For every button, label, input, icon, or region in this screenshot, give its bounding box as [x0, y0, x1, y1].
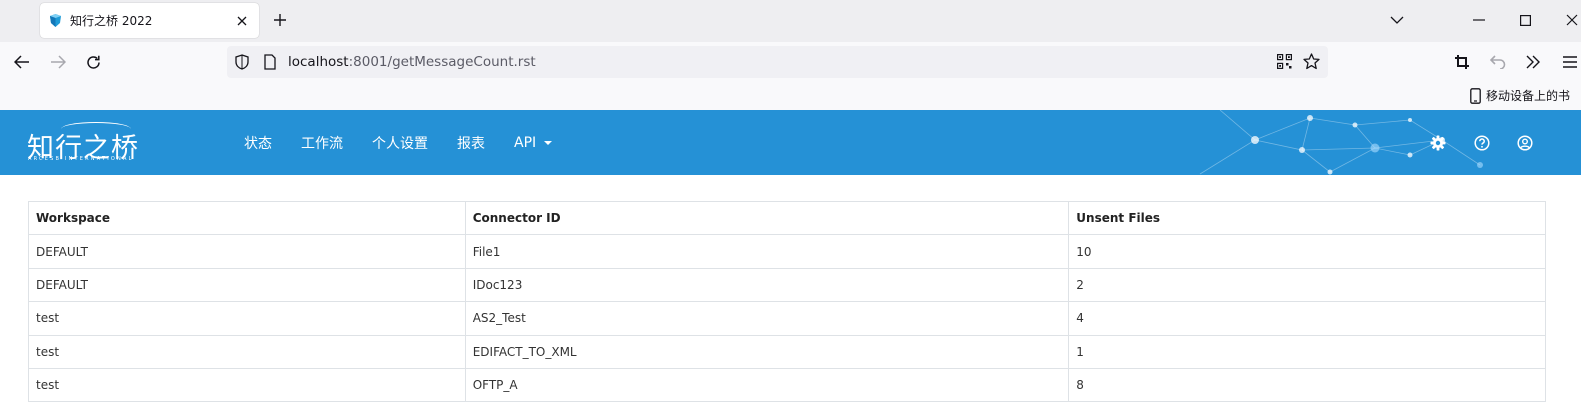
url-bar[interactable]: localhost:8001/getMessageCount.rst: [227, 46, 1328, 78]
app-logo[interactable]: 知行之桥 ARCESB INTERNATIONAL: [27, 122, 138, 166]
back-icon[interactable]: [12, 52, 32, 72]
cell-connector-id: IDoc123: [464, 267, 1070, 303]
menu-item-personal-settings[interactable]: 个人设置: [372, 133, 428, 153]
user-account-icon[interactable]: [1516, 134, 1533, 151]
app-header: 知行之桥 ARCESB INTERNATIONAL 状态 工作流 个人设置 报表…: [0, 110, 1581, 175]
tab-title: 知行之桥 2022: [70, 14, 153, 28]
browser-tab[interactable]: 知行之桥 2022: [40, 3, 259, 38]
reload-icon[interactable]: [83, 52, 103, 72]
forward-icon[interactable]: [48, 52, 68, 72]
table-row: test AS2_Test 4: [28, 301, 1546, 336]
menu-item-status[interactable]: 状态: [244, 133, 272, 153]
cell-workspace: test: [28, 301, 466, 336]
cell-workspace: test: [28, 334, 466, 369]
column-header-workspace: Workspace: [28, 200, 466, 236]
cell-unsent-files: 2: [1068, 267, 1546, 303]
menu-item-workflow[interactable]: 工作流: [301, 133, 343, 153]
cell-connector-id: OFTP_A: [464, 367, 1070, 403]
cell-workspace: DEFAULT: [28, 234, 466, 269]
url-path: :8001/getMessageCount.rst: [348, 54, 536, 70]
browser-navbar: localhost:8001/getMessageCount.rst: [0, 42, 1581, 82]
minimize-icon[interactable]: [1469, 10, 1489, 30]
column-header-unsent-files: Unsent Files: [1068, 200, 1546, 236]
cell-connector-id: File1: [464, 234, 1070, 269]
cell-connector-id: AS2_Test: [464, 301, 1070, 336]
qr-code-icon[interactable]: [1277, 54, 1292, 73]
table-header-row: Workspace Connector ID Unsent Files: [28, 200, 1546, 236]
screenshot-crop-icon[interactable]: [1452, 52, 1472, 72]
table-row: test EDIFACT_TO_XML 1: [28, 334, 1546, 369]
cell-connector-id: EDIFACT_TO_XML: [464, 334, 1070, 369]
main-menu: 状态 工作流 个人设置 报表 API: [244, 110, 581, 175]
url-host: localhost: [288, 54, 349, 70]
settings-gear-icon[interactable]: [1429, 134, 1446, 151]
tracking-protection-shield-icon[interactable]: [235, 54, 249, 74]
cell-unsent-files: 8: [1068, 367, 1546, 403]
new-tab-icon[interactable]: [271, 11, 289, 29]
message-count-table: Workspace Connector ID Unsent Files DEFA…: [28, 200, 1546, 403]
undo-icon[interactable]: [1488, 52, 1508, 72]
app-menu-icon[interactable]: [1560, 52, 1580, 72]
tab-close-icon[interactable]: [234, 13, 250, 29]
column-header-connector-id: Connector ID: [464, 200, 1070, 236]
mobile-bookmarks-item[interactable]: 移动设备上的书: [1470, 87, 1570, 104]
cell-workspace: DEFAULT: [28, 267, 466, 303]
table-row: DEFAULT IDoc123 2: [28, 267, 1546, 303]
bookmarks-toolbar: 移动设备上的书: [0, 82, 1581, 110]
browser-tabstrip: 知行之桥 2022: [0, 0, 1581, 42]
mobile-device-icon: [1470, 87, 1484, 104]
table-row: test OFTP_A 8: [28, 367, 1546, 403]
list-all-tabs-icon[interactable]: [1387, 10, 1407, 30]
caret-down-icon: [544, 140, 553, 145]
mobile-bookmarks-label: 移动设备上的书: [1486, 89, 1571, 103]
table-row: DEFAULT File1 10: [28, 234, 1546, 269]
url-text[interactable]: localhost:8001/getMessageCount.rst: [288, 54, 536, 70]
menu-item-reports[interactable]: 报表: [457, 133, 485, 153]
more-tools-chevron-icon[interactable]: [1523, 52, 1543, 72]
network-decoration: [1199, 110, 1483, 175]
cell-workspace: test: [28, 367, 466, 403]
cell-unsent-files: 1: [1068, 334, 1546, 369]
maximize-icon[interactable]: [1515, 10, 1535, 30]
cell-unsent-files: 10: [1068, 234, 1546, 269]
app-favicon-icon: [48, 13, 63, 28]
menu-item-api[interactable]: API: [514, 134, 553, 151]
help-icon[interactable]: [1473, 134, 1490, 151]
page-info-icon[interactable]: [264, 54, 276, 74]
logo-subtext: ARCESB INTERNATIONAL: [28, 156, 134, 162]
close-window-icon[interactable]: [1562, 10, 1581, 30]
menu-item-api-label: API: [514, 134, 537, 151]
cell-unsent-files: 4: [1068, 301, 1546, 336]
message-count-panel: Workspace Connector ID Unsent Files DEFA…: [28, 200, 1546, 403]
bookmark-star-icon[interactable]: [1303, 53, 1320, 74]
